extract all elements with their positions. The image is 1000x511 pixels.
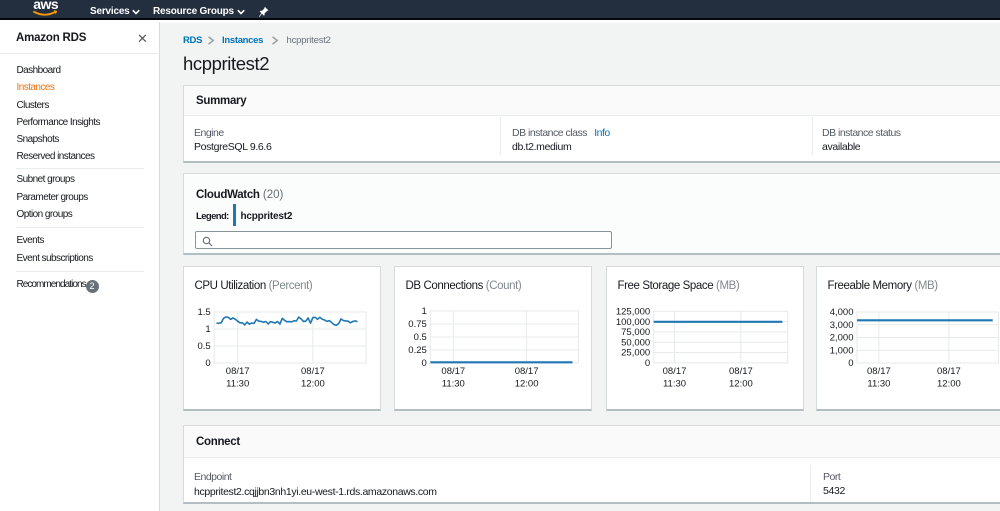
svg-text:4,000: 4,000: [830, 307, 854, 318]
svg-text:1: 1: [422, 306, 427, 317]
svg-text:0.5: 0.5: [197, 341, 210, 352]
svg-text:08/17: 08/17: [729, 366, 753, 377]
svg-text:11:30: 11:30: [867, 379, 890, 390]
svg-text:0.75: 0.75: [408, 319, 427, 330]
svg-text:0: 0: [422, 358, 427, 369]
svg-text:11:30: 11:30: [442, 379, 465, 390]
svg-text:3,000: 3,000: [830, 320, 854, 331]
svg-text:08/17: 08/17: [301, 366, 325, 377]
svg-text:Freeable Memory (MB): Freeable Memory (MB): [828, 280, 939, 292]
svg-text:CPU Utilization (Percent): CPU Utilization (Percent): [195, 280, 313, 292]
svg-text:0.25: 0.25: [408, 345, 427, 356]
svg-text:1: 1: [205, 324, 210, 335]
svg-text:08/17: 08/17: [867, 366, 891, 377]
svg-text:12:00: 12:00: [937, 379, 961, 390]
svg-text:0: 0: [205, 358, 210, 369]
svg-text:25,000: 25,000: [621, 348, 650, 359]
svg-text:DB Connections (Count): DB Connections (Count): [406, 280, 522, 292]
svg-text:aws: aws: [33, 0, 59, 12]
svg-text:08/17: 08/17: [515, 366, 539, 377]
svg-text:12:00: 12:00: [729, 379, 753, 390]
svg-text:1,000: 1,000: [830, 346, 854, 357]
svg-text:2,000: 2,000: [830, 333, 854, 344]
svg-text:08/17: 08/17: [226, 366, 250, 377]
svg-text:0: 0: [645, 358, 650, 369]
svg-text:0.5: 0.5: [414, 332, 427, 343]
svg-text:08/17: 08/17: [441, 366, 465, 377]
svg-text:08/17: 08/17: [937, 366, 961, 377]
svg-text:11:30: 11:30: [226, 379, 249, 390]
svg-text:Free Storage Space (MB): Free Storage Space (MB): [618, 280, 740, 292]
svg-text:12:00: 12:00: [301, 379, 325, 390]
svg-text:12:00: 12:00: [515, 379, 539, 390]
svg-text:11:30: 11:30: [663, 379, 686, 390]
svg-text:0: 0: [848, 358, 853, 369]
svg-text:1.5: 1.5: [197, 307, 210, 318]
svg-text:08/17: 08/17: [663, 366, 687, 377]
